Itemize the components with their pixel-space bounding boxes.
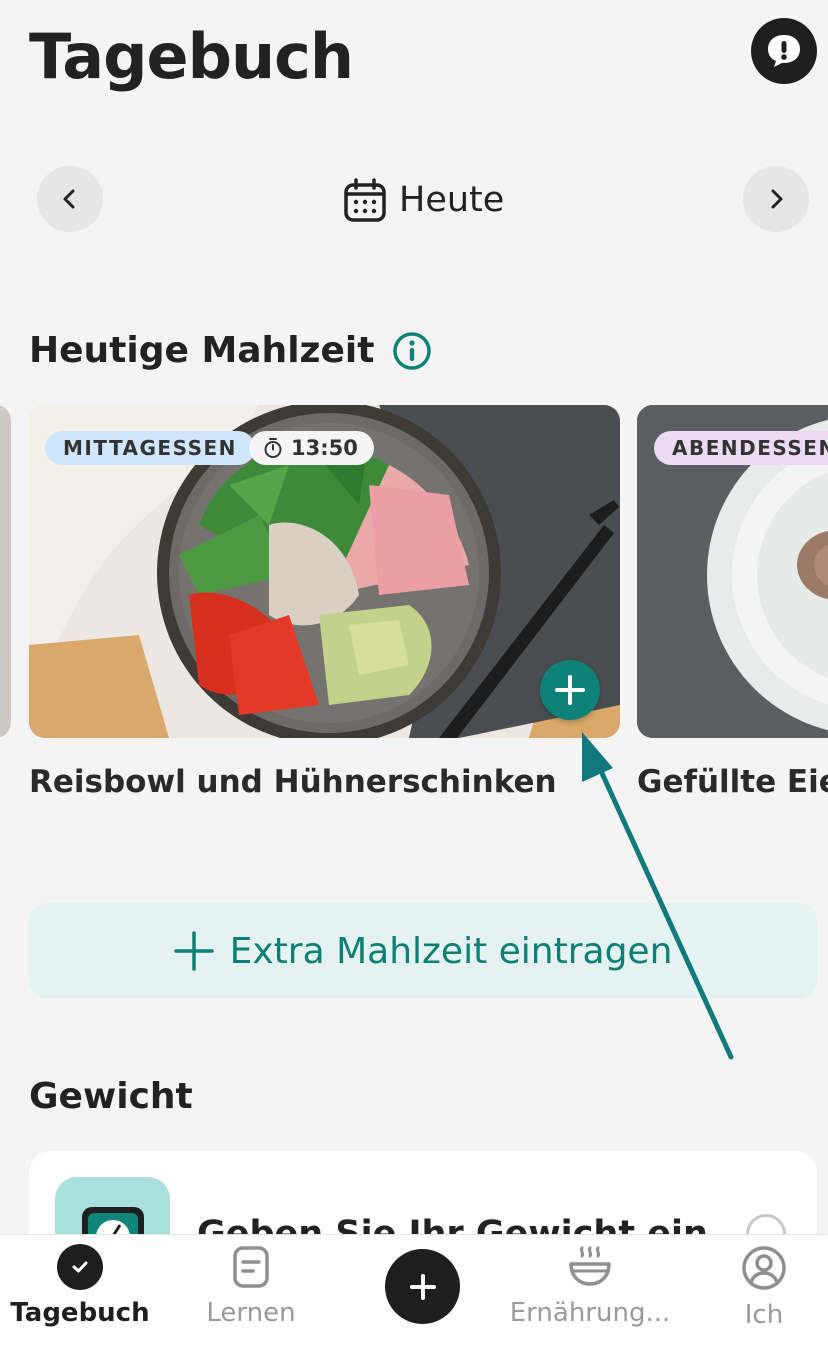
meal-type-badge: ABENDESSEN <box>654 431 828 465</box>
meal-time-badge: 13:50 <box>249 431 374 465</box>
check-circle-icon <box>57 1244 103 1290</box>
add-entry-button[interactable] <box>385 1249 460 1324</box>
user-icon <box>742 1246 786 1290</box>
log-meal-button[interactable] <box>540 660 600 720</box>
previous-day-button[interactable] <box>37 166 103 232</box>
stopwatch-icon <box>264 438 282 458</box>
page-title: Tagebuch <box>29 20 354 93</box>
calendar-icon <box>344 178 386 222</box>
tab-nutrition[interactable]: Ernährung... <box>495 1244 685 1328</box>
plus-icon <box>409 1273 436 1300</box>
next-day-button[interactable] <box>743 166 809 232</box>
exclamation-bubble-icon <box>768 35 800 67</box>
previous-meal-card[interactable] <box>0 405 11 738</box>
tab-label: Ernährung... <box>509 1298 671 1328</box>
plus-icon <box>555 675 585 705</box>
chevron-right-icon <box>771 189 783 209</box>
meal-section-header: Heutige Mahlzeit <box>29 330 432 371</box>
tab-label: Tagebuch <box>10 1298 150 1328</box>
meal-name[interactable]: Reisbowl und Hühnerschinken <box>29 764 557 800</box>
tab-learn[interactable]: Lernen <box>181 1244 321 1328</box>
date-label: Heute <box>399 180 505 220</box>
add-extra-meal-label: Extra Mahlzeit eintragen <box>229 930 673 972</box>
plus-icon <box>173 931 214 971</box>
tab-profile[interactable]: Ich <box>700 1244 828 1330</box>
date-selector[interactable]: Heute <box>343 174 504 226</box>
info-icon[interactable] <box>392 331 432 371</box>
chevron-left-icon <box>63 189 75 209</box>
meal-section-title: Heutige Mahlzeit <box>29 330 375 371</box>
bowl-icon <box>569 1246 611 1286</box>
tab-label: Ich <box>744 1300 784 1330</box>
tab-label: Lernen <box>206 1298 296 1328</box>
feedback-button[interactable] <box>751 18 817 84</box>
meal-name[interactable]: Gefüllte Eier <box>637 764 828 800</box>
meal-time: 13:50 <box>291 436 358 460</box>
add-extra-meal-button[interactable]: Extra Mahlzeit eintragen <box>29 903 817 999</box>
document-icon <box>233 1246 269 1288</box>
tab-diary[interactable]: Tagebuch <box>0 1244 160 1328</box>
weight-section-title: Gewicht <box>29 1076 193 1117</box>
meal-type-badge: MITTAGESSEN <box>45 431 255 465</box>
